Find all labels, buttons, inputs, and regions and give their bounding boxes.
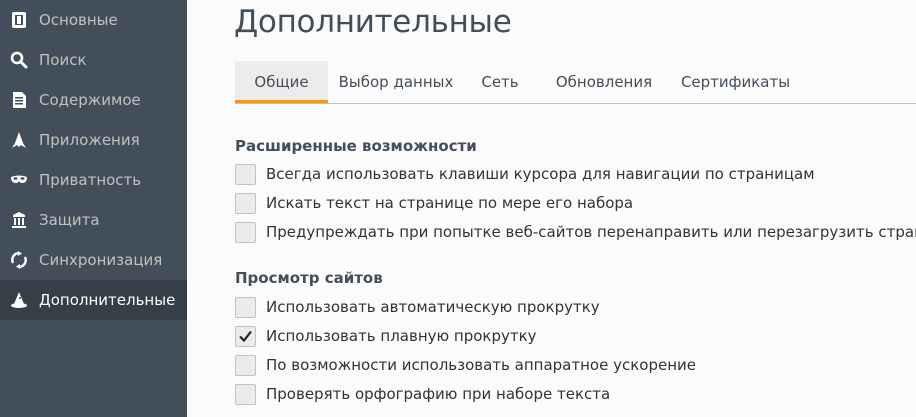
- checkbox-row-find-as-type[interactable]: Искать текст на странице по мере его наб…: [235, 191, 633, 215]
- tab-bar: Общие Выбор данных Сеть Обновления Серти…: [235, 61, 916, 104]
- checkbox-label: Использовать автоматическую прокрутку: [266, 298, 600, 316]
- checkbox-label: По возможности использовать аппаратное у…: [266, 356, 696, 374]
- checkbox-label: Использовать плавную прокрутку: [266, 327, 537, 345]
- checkbox-row-warn-redirect[interactable]: Предупреждать при попытке веб-сайтов пер…: [235, 220, 916, 244]
- checkbox-label: Всегда использовать клавиши курсора для …: [266, 165, 815, 183]
- sidebar-item-applications[interactable]: Приложения: [0, 120, 187, 160]
- sidebar-item-label: Приложения: [39, 131, 140, 149]
- tab-general[interactable]: Общие: [235, 61, 328, 103]
- checkbox[interactable]: [235, 325, 256, 347]
- checkbox[interactable]: [235, 163, 256, 185]
- section-title-browsing: Просмотр сайтов: [235, 269, 383, 287]
- checkbox[interactable]: [235, 383, 256, 405]
- tab-data-choices[interactable]: Выбор данных: [328, 61, 464, 103]
- checkbox-label: Предупреждать при попытке веб-сайтов пер…: [266, 223, 916, 241]
- sidebar-item-label: Содержимое: [39, 91, 141, 109]
- sidebar-item-label: Поиск: [39, 51, 87, 69]
- tab-network[interactable]: Сеть: [464, 61, 536, 103]
- sidebar-item-search[interactable]: Поиск: [0, 40, 187, 80]
- checkbox[interactable]: [235, 354, 256, 376]
- checkbox-label: Искать текст на странице по мере его наб…: [266, 194, 634, 212]
- sidebar-item-label: Приватность: [39, 171, 142, 189]
- section-title-accessibility: Расширенные возможности: [235, 137, 477, 155]
- sidebar-item-general[interactable]: Основные: [0, 0, 187, 40]
- sidebar-item-advanced[interactable]: Дополнительные: [0, 280, 187, 320]
- tab-updates[interactable]: Обновления: [536, 61, 672, 103]
- sidebar-item-security[interactable]: Защита: [0, 200, 187, 240]
- sidebar-item-label: Основные: [39, 11, 118, 29]
- sidebar-item-sync[interactable]: Синхронизация: [0, 240, 187, 280]
- privacy-mask-icon: [9, 170, 29, 190]
- sync-icon: [9, 250, 29, 270]
- tab-certificates[interactable]: Сертификаты: [672, 61, 799, 103]
- checkbox[interactable]: [235, 296, 256, 318]
- sidebar: Основные Поиск Содержимое Приложения При…: [0, 0, 187, 417]
- main-content: Дополнительные Общие Выбор данных Сеть О…: [187, 0, 916, 417]
- applications-icon: [9, 130, 29, 150]
- sidebar-item-privacy[interactable]: Приватность: [0, 160, 187, 200]
- checkbox-label: Проверять орфографию при наборе текста: [266, 385, 611, 403]
- checkbox-row-hw-acceleration[interactable]: По возможности использовать аппаратное у…: [235, 353, 696, 377]
- sidebar-item-label: Синхронизация: [39, 251, 163, 269]
- general-icon: [9, 10, 29, 30]
- checkmark-icon: [239, 330, 252, 342]
- checkbox[interactable]: [235, 221, 256, 243]
- page-title: Дополнительные: [234, 4, 512, 40]
- checkbox-row-cursor-keys[interactable]: Всегда использовать клавиши курсора для …: [235, 162, 815, 186]
- checkbox-row-autoscroll[interactable]: Использовать автоматическую прокрутку: [235, 295, 600, 319]
- sidebar-item-label: Дополнительные: [39, 291, 176, 309]
- checkbox[interactable]: [235, 192, 256, 214]
- checkbox-row-spellcheck[interactable]: Проверять орфографию при наборе текста: [235, 382, 610, 406]
- advanced-wizard-icon: [9, 290, 29, 310]
- security-icon: [9, 210, 29, 230]
- checkbox-row-smooth-scroll[interactable]: Использовать плавную прокрутку: [235, 324, 537, 348]
- sidebar-item-content[interactable]: Содержимое: [0, 80, 187, 120]
- search-icon: [9, 50, 29, 70]
- content-icon: [9, 90, 29, 110]
- sidebar-item-label: Защита: [39, 211, 100, 229]
